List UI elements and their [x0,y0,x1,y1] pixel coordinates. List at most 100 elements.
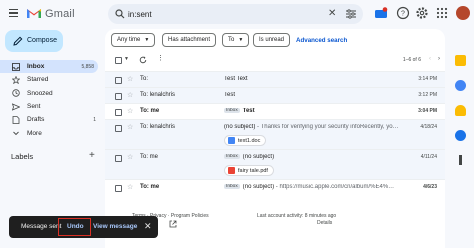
star-icon[interactable]: ☆ [127,123,133,131]
snackbar-message: Message sent [21,223,62,230]
email-row[interactable]: ☆ To: Test Text 3:14 PM [105,71,445,87]
inbox-label-tag[interactable]: Inbox [224,154,240,159]
email-row[interactable]: ☆ To: me Inbox Test 3:04 PM [105,103,445,119]
subject-line: Inbox Test [224,108,419,114]
star-icon[interactable]: ☆ [127,75,133,83]
attachment-chip[interactable]: text1.doc [224,135,267,146]
advanced-search-link[interactable]: Advanced search [296,37,347,44]
recipient: To: [140,76,149,82]
details-link[interactable]: Details [317,220,332,226]
email-row[interactable]: ☆ To: me Inbox (no subject) 4/11/24 fairy… [105,149,445,179]
row-checkbox[interactable] [115,77,122,84]
svg-text:?: ? [401,11,405,18]
sidebar-item-label: More [27,129,42,137]
status-icon[interactable] [374,6,388,20]
subject-line: Test Text [224,76,419,82]
add-addon-icon[interactable] [459,155,462,165]
pencil-icon [13,36,23,46]
select-all-checkbox[interactable] [115,57,122,64]
search-bar[interactable]: ✕ [108,4,363,24]
more-options-icon[interactable]: ⋮ [157,54,164,62]
compose-label: Compose [27,37,57,44]
search-input[interactable] [128,7,318,21]
email-row[interactable]: ☆ To: lenalchris (no subject) - Thanks f… [105,119,445,149]
star-icon[interactable]: ☆ [127,91,133,99]
help-icon[interactable]: ? [396,6,410,20]
send-icon [12,102,20,111]
open-in-new-icon[interactable] [169,220,177,228]
sidebar-item-label: Inbox [27,63,45,71]
select-dropdown-icon[interactable]: ▼ [124,56,129,62]
sidebar-item-inbox[interactable]: Inbox 5,858 [0,60,98,74]
search-options-icon[interactable] [346,9,356,19]
sidebar-item-sent[interactable]: Sent [0,100,100,113]
gmail-logo-icon[interactable] [26,7,42,19]
keep-icon[interactable] [455,105,466,116]
filter-any-time[interactable]: Any time ▼ [111,33,156,47]
subject: (no subject) [242,154,275,160]
subject-line: Inbox (no subject) - https://music.apple.… [224,184,419,190]
subject-line: Inbox (no subject) [224,154,419,160]
star-icon [12,75,20,84]
draft-count: 1 [93,116,96,123]
timestamp: 4/11/24 [420,154,437,160]
create-label-icon[interactable]: + [89,150,95,161]
email-list: ☆ To: Test Text 3:14 PM ☆ To: lenalchris… [105,71,445,195]
timestamp: 3:12 PM [418,92,437,98]
last-activity: Last account activity: 8 minutes ago [257,213,337,219]
subject-line: Test [224,92,419,98]
sidebar-item-drafts[interactable]: Drafts 1 [0,113,100,126]
filter-label: Any time [117,37,141,43]
contacts-icon[interactable] [455,130,466,141]
attachment-chip[interactable]: fairy tale.pdf [224,165,274,176]
sidebar-item-starred[interactable]: Starred [0,73,100,86]
subject: (no subject) [224,124,256,130]
caret-down-icon: ▼ [238,37,244,43]
filter-has-attachment[interactable]: Has attachment [162,33,217,47]
clear-search-icon[interactable]: ✕ [328,8,336,19]
caret-down-icon: ▼ [144,37,150,43]
row-checkbox[interactable] [115,93,122,100]
calendar-icon[interactable] [455,55,466,66]
sidebar-item-more[interactable]: More [0,126,100,139]
star-icon[interactable]: ☆ [127,107,133,115]
row-checkbox[interactable] [115,185,122,192]
sidebar-item-snoozed[interactable]: Snoozed [0,87,100,100]
email-row[interactable]: ☆ To: me Inbox (no subject) - https://mus… [105,179,445,195]
email-row[interactable]: ☆ To: lenalchris Test 3:12 PM [105,87,445,103]
labels-heading: Labels [11,152,34,161]
subject-line: (no subject) - Thanks for verifying your… [224,124,419,130]
star-icon[interactable]: ☆ [127,153,133,161]
undo-button[interactable]: Undo [67,223,84,230]
row-checkbox[interactable] [115,125,122,132]
row-checkbox[interactable] [115,155,122,162]
refresh-icon[interactable] [139,56,147,64]
main-menu-icon[interactable] [9,9,18,17]
inbox-label-tag[interactable]: Inbox [224,108,240,113]
compose-button[interactable]: Compose [5,30,63,52]
filter-label: To [228,37,235,43]
star-icon[interactable]: ☆ [127,183,133,191]
list-toolbar: ▼ ⋮ 1–6 of 6 ‹ › [105,53,445,69]
subject: (no subject) [242,184,275,190]
prev-page-icon[interactable]: ‹ [429,56,431,62]
subject: Test [242,108,255,114]
view-message-button[interactable]: View message [93,223,137,230]
inbox-label-tag[interactable]: Inbox [224,184,240,189]
close-icon[interactable]: ✕ [144,221,152,232]
attachment-name: fairy tale.pdf [238,167,268,174]
filter-is-unread[interactable]: Is unread [253,33,291,47]
tasks-icon[interactable] [455,80,466,91]
timestamp: 4/18/24 [420,124,437,130]
pdf-file-icon [228,167,235,174]
timestamp: 3:14 PM [418,76,437,82]
search-icon[interactable] [115,9,125,19]
account-avatar[interactable] [456,6,470,20]
filter-to[interactable]: To ▼ [222,33,250,47]
settings-icon[interactable] [415,6,429,20]
next-page-icon[interactable]: › [438,56,440,62]
row-checkbox[interactable] [115,109,122,116]
sidebar-item-label: Sent [27,103,41,111]
app-title[interactable]: Gmail [45,8,75,20]
apps-grid-icon[interactable] [435,6,449,20]
